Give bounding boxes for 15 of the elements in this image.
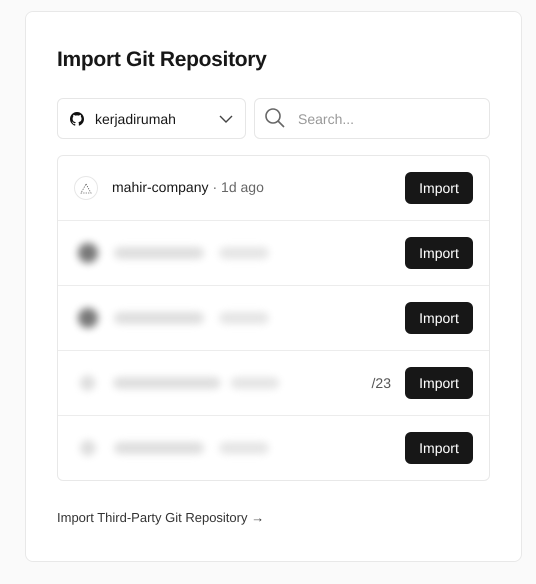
chevron-down-icon: [219, 114, 233, 122]
third-party-import-link[interactable]: Import Third-Party Git Repository →: [57, 510, 264, 525]
import-button[interactable]: Import: [405, 367, 473, 399]
search-field[interactable]: Search...: [254, 98, 490, 139]
account-select[interactable]: kerjadirumah: [57, 98, 246, 139]
import-button[interactable]: Import: [405, 432, 473, 464]
import-button[interactable]: Import: [405, 237, 473, 269]
import-button[interactable]: Import: [405, 172, 473, 204]
github-icon: [70, 112, 84, 126]
import-button[interactable]: Import: [405, 302, 473, 334]
repository-name: mahir-company: [112, 179, 208, 195]
account-name: kerjadirumah: [95, 110, 177, 126]
repository-date: /23: [372, 375, 391, 391]
page-title: Import Git Repository: [57, 48, 268, 72]
repository-age: · 1d ago: [212, 179, 264, 195]
